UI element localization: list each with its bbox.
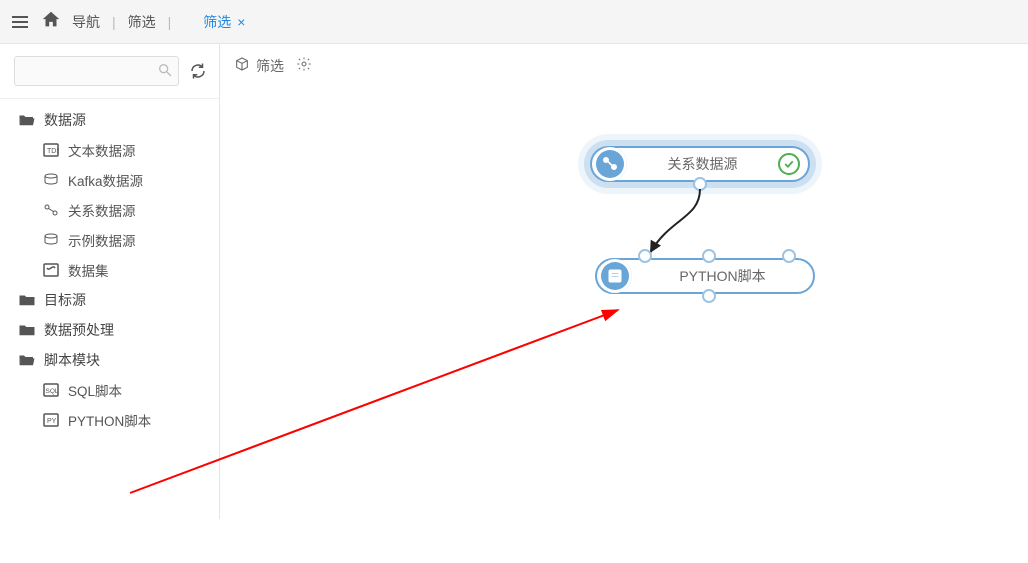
tree-item-label: 关系数据源 [68, 200, 136, 220]
tree-item-label: SQL脚本 [68, 380, 122, 400]
sample-icon [42, 232, 60, 248]
tree-item-label: Kafka数据源 [68, 170, 143, 190]
sidebar-group-label: 数据源 [44, 110, 86, 130]
active-tab[interactable]: 筛选 × [203, 12, 245, 32]
sidebar-item-kafka-datasource[interactable]: Kafka数据源 [0, 165, 219, 195]
sidebar-group-label: 数据预处理 [44, 320, 114, 340]
nav-label[interactable]: 导航 [72, 12, 100, 32]
node-icon [593, 147, 627, 181]
tree-item-label: 文本数据源 [68, 140, 136, 160]
flow-edge [615, 183, 735, 263]
refresh-icon[interactable] [187, 60, 209, 82]
sidebar-item-text-datasource[interactable]: TDS 文本数据源 [0, 135, 219, 165]
canvas-area: 筛选 关系数据源 [220, 44, 1028, 519]
flow-canvas[interactable]: 关系数据源 PYTHON脚本 [220, 88, 1028, 519]
python-icon: PY [42, 412, 60, 428]
relation-icon [42, 202, 60, 218]
folder-open-icon [18, 352, 36, 368]
active-tab-label: 筛选 [203, 12, 231, 32]
dataset-icon [42, 262, 60, 278]
separator: | [110, 14, 118, 30]
node-python-script[interactable]: PYTHON脚本 [595, 258, 815, 294]
search-icon[interactable] [157, 62, 173, 78]
sidebar-search-row [0, 44, 219, 99]
home-icon[interactable] [40, 9, 62, 34]
body: 数据源 TDS 文本数据源 Kafka数据源 关系数据源 示例数据源 数据集 [0, 44, 1028, 519]
node-port[interactable] [782, 249, 796, 263]
tree-item-label: PYTHON脚本 [68, 410, 151, 430]
hamburger-icon[interactable] [10, 14, 30, 30]
canvas-title: 筛选 [256, 56, 284, 76]
filter-label[interactable]: 筛选 [128, 12, 156, 32]
node-label: PYTHON脚本 [632, 266, 813, 286]
tree-item-label: 示例数据源 [68, 230, 136, 250]
cube-icon[interactable] [234, 56, 250, 75]
svg-text:SQL: SQL [46, 388, 59, 395]
sidebar-group-label: 目标源 [44, 290, 86, 310]
folder-icon [18, 322, 36, 338]
sidebar-item-python-script[interactable]: PY PYTHON脚本 [0, 405, 219, 435]
search-input[interactable] [14, 56, 179, 86]
sidebar-group-datasource[interactable]: 数据源 [0, 105, 219, 135]
top-bar: 导航 | 筛选 | 筛选 × [0, 0, 1028, 44]
sidebar-group-script[interactable]: 脚本模块 [0, 345, 219, 375]
search-box [14, 56, 179, 86]
separator: | [166, 14, 174, 30]
kafka-icon [42, 172, 60, 188]
canvas-toolbar: 筛选 [220, 44, 1028, 88]
node-port[interactable] [638, 249, 652, 263]
node-port[interactable] [693, 177, 707, 191]
datasource-icon: TDS [42, 142, 60, 158]
sidebar-group-label: 脚本模块 [44, 350, 100, 370]
sidebar-tree: 数据源 TDS 文本数据源 Kafka数据源 关系数据源 示例数据源 数据集 [0, 99, 219, 441]
sql-icon: SQL [42, 382, 60, 398]
close-icon[interactable]: × [237, 14, 245, 30]
sidebar-item-relational-datasource[interactable]: 关系数据源 [0, 195, 219, 225]
sidebar-item-dataset[interactable]: 数据集 [0, 255, 219, 285]
sidebar-item-sql-script[interactable]: SQL SQL脚本 [0, 375, 219, 405]
svg-text:TDS: TDS [47, 148, 59, 155]
node-icon [598, 259, 632, 293]
sidebar-group-preprocess[interactable]: 数据预处理 [0, 315, 219, 345]
sidebar-group-target[interactable]: 目标源 [0, 285, 219, 315]
tree-item-label: 数据集 [68, 260, 109, 280]
gear-icon[interactable] [296, 56, 312, 75]
node-port[interactable] [702, 289, 716, 303]
status-ok-icon [778, 153, 800, 175]
node-label: 关系数据源 [627, 154, 778, 174]
folder-open-icon [18, 112, 36, 128]
svg-text:PY: PY [47, 418, 57, 425]
folder-icon [18, 292, 36, 308]
sidebar-item-sample-datasource[interactable]: 示例数据源 [0, 225, 219, 255]
node-port[interactable] [702, 249, 716, 263]
sidebar: 数据源 TDS 文本数据源 Kafka数据源 关系数据源 示例数据源 数据集 [0, 44, 220, 519]
